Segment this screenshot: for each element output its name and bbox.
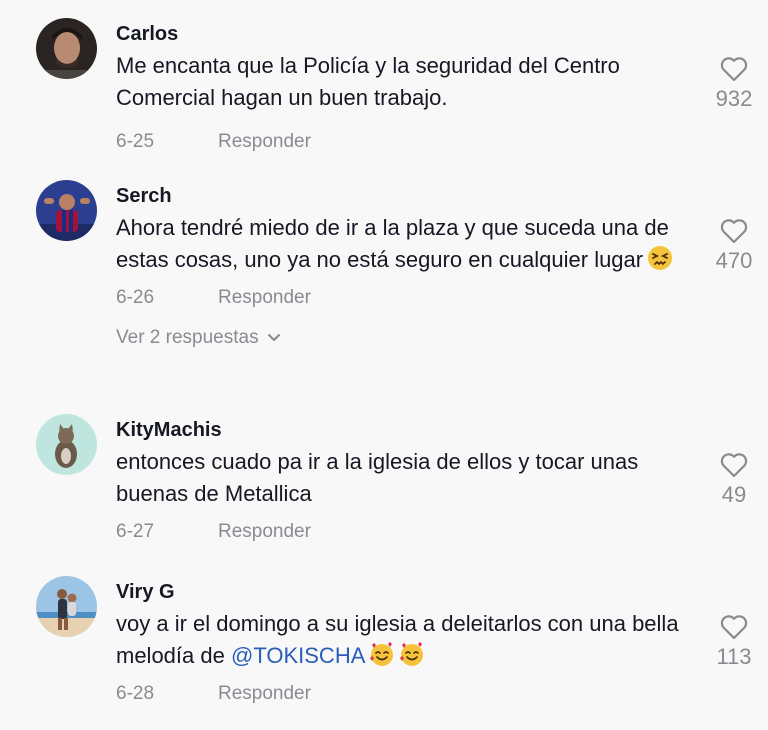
heart-icon[interactable]	[720, 218, 748, 244]
comment-text-content: voy a ir el domingo a su iglesia a delei…	[116, 611, 679, 668]
like-group: 932	[700, 56, 768, 112]
comment-text-content: Ahora tendré miedo de ir a la plaza y qu…	[116, 215, 669, 272]
heart-icon[interactable]	[720, 452, 748, 478]
view-replies-button[interactable]: Ver 2 respuestas	[116, 326, 696, 350]
comment-date: 6-26	[116, 287, 155, 308]
comment-text: entonces cuado pa ir a la iglesia de ell…	[116, 449, 639, 506]
mention-link[interactable]: @TOKISCHA	[231, 643, 365, 668]
comment-text: Me encanta que la Policía y la seguridad…	[116, 53, 620, 110]
avatar-photo-couple	[36, 576, 97, 637]
avatar[interactable]	[36, 18, 97, 79]
avatar[interactable]	[36, 576, 97, 637]
avatar-photo-man	[36, 18, 97, 79]
like-count: 470	[715, 248, 753, 273]
like-count: 49	[721, 482, 747, 507]
avatar-photo-cat	[36, 414, 97, 475]
comment-username[interactable]: Viry G	[116, 580, 696, 604]
comment-text: voy a ir el domingo a su iglesia a delei…	[116, 608, 696, 672]
like-count: 932	[715, 86, 753, 111]
avatar[interactable]	[36, 414, 97, 475]
like-group: 113	[700, 614, 768, 670]
reply-button[interactable]: Responder	[218, 521, 311, 542]
reply-button[interactable]: Responder	[218, 131, 311, 152]
like-group: 49	[700, 452, 768, 508]
persevering-face-emoji	[648, 246, 673, 270]
avatar-photo-player	[36, 180, 97, 241]
heart-icon[interactable]	[720, 614, 748, 640]
comment-date: 6-25	[116, 131, 155, 152]
comment-text: Ahora tendré miedo de ir a la plaza y qu…	[116, 212, 696, 276]
comment-username[interactable]: KityMachis	[116, 418, 696, 442]
like-count: 113	[716, 644, 752, 669]
reply-button[interactable]: Responder	[218, 683, 311, 704]
heart-icon[interactable]	[720, 56, 748, 82]
view-replies-label: Ver 2 respuestas	[116, 327, 259, 348]
smiling-face-with-hearts-emoji	[370, 642, 394, 666]
chevron-down-icon	[267, 333, 280, 341]
comment-date: 6-28	[116, 683, 155, 704]
avatar[interactable]	[36, 180, 97, 241]
comment-username[interactable]: Carlos	[116, 22, 696, 46]
like-group: 470	[700, 218, 768, 274]
smiling-face-with-hearts-emoji	[400, 642, 424, 666]
comment-username[interactable]: Serch	[116, 184, 696, 208]
comment-date: 6-27	[116, 521, 155, 542]
reply-button[interactable]: Responder	[218, 287, 311, 308]
